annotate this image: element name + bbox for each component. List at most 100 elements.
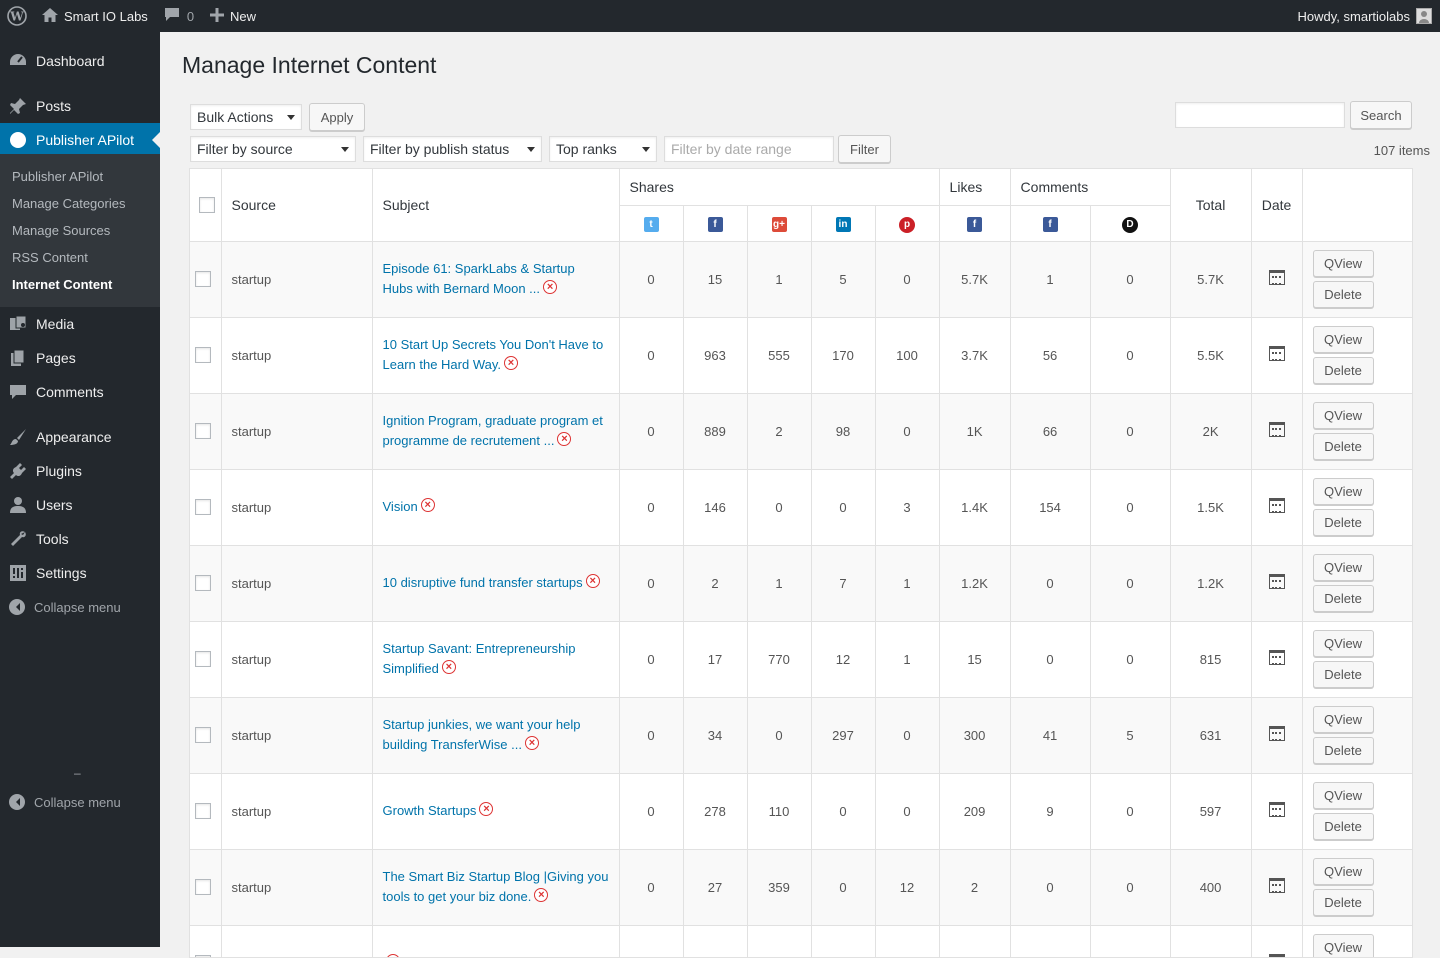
submenu-item-manage-categories[interactable]: Manage Categories	[12, 196, 125, 211]
delete-button[interactable]: Delete	[1312, 661, 1374, 688]
row-checkbox[interactable]	[195, 651, 211, 667]
column-header-facebook-likes[interactable]: f	[939, 205, 1011, 242]
column-header-pinterest-shares[interactable]: p	[875, 205, 940, 242]
new-content-link[interactable]: New	[202, 0, 264, 32]
column-header-facebook-comments[interactable]: f	[1010, 205, 1091, 242]
qview-button[interactable]: QView	[1312, 478, 1374, 505]
column-header-googleplus-shares[interactable]: g+	[747, 205, 812, 242]
row-checkbox[interactable]	[195, 271, 211, 287]
remove-icon[interactable]: ×	[420, 498, 435, 512]
column-header-twitter-shares[interactable]: t	[619, 205, 684, 242]
row-checkbox[interactable]	[195, 575, 211, 591]
qview-button[interactable]: QView	[1312, 326, 1374, 353]
remove-icon[interactable]: ×	[543, 280, 558, 294]
calendar-icon[interactable]	[1268, 498, 1285, 513]
filter-button[interactable]: Filter	[838, 135, 891, 163]
remove-icon[interactable]: ×	[504, 356, 518, 370]
column-header-facebook-shares[interactable]: f	[683, 205, 748, 242]
row-checkbox[interactable]	[195, 499, 211, 515]
delete-button[interactable]: Delete	[1312, 357, 1374, 384]
sidebar-item-dashboard[interactable]: Dashboard	[0, 49, 160, 73]
row-checkbox[interactable]	[195, 423, 211, 439]
remove-icon[interactable]: ×	[524, 736, 539, 750]
calendar-icon[interactable]	[1268, 650, 1285, 665]
qview-button[interactable]: QView	[1312, 630, 1374, 657]
subject-link[interactable]: Vision	[383, 499, 418, 514]
delete-button[interactable]: Delete	[1312, 433, 1374, 460]
delete-button[interactable]: Delete	[1312, 889, 1374, 916]
wordpress-logo-icon[interactable]: W	[0, 0, 34, 32]
remove-icon[interactable]: ×	[479, 802, 494, 816]
collapse-menu-button[interactable]: Collapse menu	[0, 598, 160, 616]
sidebar-item-publisher-apilot[interactable]: Publisher APilot	[0, 123, 160, 157]
subject-link[interactable]: 10 Start Up Secrets You Don't Have to Le…	[383, 337, 604, 372]
collapse-menu-button-secondary[interactable]: Collapse menu	[0, 793, 160, 811]
calendar-icon[interactable]	[1268, 726, 1285, 741]
calendar-icon[interactable]	[1268, 954, 1285, 957]
sidebar-item-users[interactable]: Users	[0, 493, 160, 517]
sidebar-item-comments[interactable]: Comments	[0, 380, 160, 404]
top-ranks-select[interactable]: Top ranks	[549, 136, 657, 162]
qview-button[interactable]: QView	[1312, 250, 1374, 277]
delete-button[interactable]: Delete	[1312, 737, 1374, 764]
calendar-icon[interactable]	[1268, 802, 1285, 817]
qview-button[interactable]: QView	[1312, 858, 1374, 885]
column-header-disqus-comments[interactable]: D	[1090, 205, 1171, 242]
subject-link[interactable]: Growth Startups	[383, 803, 477, 818]
apply-button[interactable]: Apply	[309, 103, 365, 131]
remove-icon[interactable]: ×	[557, 432, 572, 446]
remove-icon[interactable]: ×	[585, 574, 600, 588]
bulk-actions-select[interactable]: Bulk Actions	[190, 104, 302, 130]
submenu-item-publisher-apilot[interactable]: Publisher APilot	[12, 169, 103, 184]
column-header-linkedin-shares[interactable]: in	[811, 205, 876, 242]
select-all-checkbox[interactable]	[199, 196, 215, 213]
sidebar-item-appearance[interactable]: Appearance	[0, 425, 160, 449]
sidebar-item-posts[interactable]: Posts	[0, 94, 160, 118]
subject-link[interactable]: Startup Savant: Entrepreneurship Simplif…	[383, 641, 576, 676]
date-range-input[interactable]: Filter by date range	[664, 136, 834, 162]
submenu-item-manage-sources[interactable]: Manage Sources	[12, 223, 110, 238]
remove-icon[interactable]: ×	[385, 954, 400, 957]
sidebar-item-settings[interactable]: Settings	[0, 561, 160, 585]
qview-button[interactable]: QView	[1312, 934, 1374, 957]
submenu-item-rss-content[interactable]: RSS Content	[12, 250, 88, 265]
sidebar-item-pages[interactable]: Pages	[0, 346, 160, 370]
calendar-icon[interactable]	[1268, 270, 1285, 285]
subject-link[interactable]: 10 disruptive fund transfer startups	[383, 575, 583, 590]
my-account-link[interactable]: Howdy, smartiolabs	[1290, 0, 1440, 32]
qview-button[interactable]: QView	[1312, 402, 1374, 429]
subject-link[interactable]: The Smart Biz Startup Blog |Giving you t…	[383, 869, 609, 904]
delete-button[interactable]: Delete	[1312, 813, 1374, 840]
remove-icon[interactable]: ×	[441, 660, 456, 674]
sidebar-item-tools[interactable]: Tools	[0, 527, 160, 551]
column-header-total[interactable]: Total	[1170, 169, 1252, 242]
row-checkbox[interactable]	[195, 347, 211, 363]
delete-button[interactable]: Delete	[1312, 509, 1374, 536]
search-button[interactable]: Search	[1350, 101, 1412, 129]
column-header-date[interactable]: Date	[1251, 169, 1303, 242]
filter-status-select[interactable]: Filter by publish status	[363, 136, 542, 162]
qview-button[interactable]: QView	[1312, 554, 1374, 581]
column-header-subject[interactable]: Subject	[372, 169, 620, 242]
row-checkbox[interactable]	[195, 879, 211, 895]
delete-button[interactable]: Delete	[1312, 281, 1374, 308]
delete-button[interactable]: Delete	[1312, 585, 1374, 612]
remove-icon[interactable]: ×	[534, 888, 549, 902]
subject-link[interactable]: Startup junkies, we want your help build…	[383, 717, 581, 752]
filter-source-select[interactable]: Filter by source	[190, 136, 356, 162]
row-checkbox[interactable]	[195, 803, 211, 819]
site-name-link[interactable]: Smart IO Labs	[34, 0, 156, 32]
search-input[interactable]	[1175, 102, 1345, 128]
qview-button[interactable]: QView	[1312, 706, 1374, 733]
calendar-icon[interactable]	[1268, 574, 1285, 589]
comments-link[interactable]: 0	[156, 0, 202, 32]
calendar-icon[interactable]	[1268, 346, 1285, 361]
qview-button[interactable]: QView	[1312, 782, 1374, 809]
calendar-icon[interactable]	[1268, 878, 1285, 893]
sidebar-item-media[interactable]: Media	[0, 312, 160, 336]
column-header-source[interactable]: Source	[221, 169, 373, 242]
submenu-item-internet-content[interactable]: Internet Content	[12, 277, 112, 292]
calendar-icon[interactable]	[1268, 422, 1285, 437]
sidebar-item-plugins[interactable]: Plugins	[0, 459, 160, 483]
row-checkbox[interactable]	[195, 727, 211, 743]
